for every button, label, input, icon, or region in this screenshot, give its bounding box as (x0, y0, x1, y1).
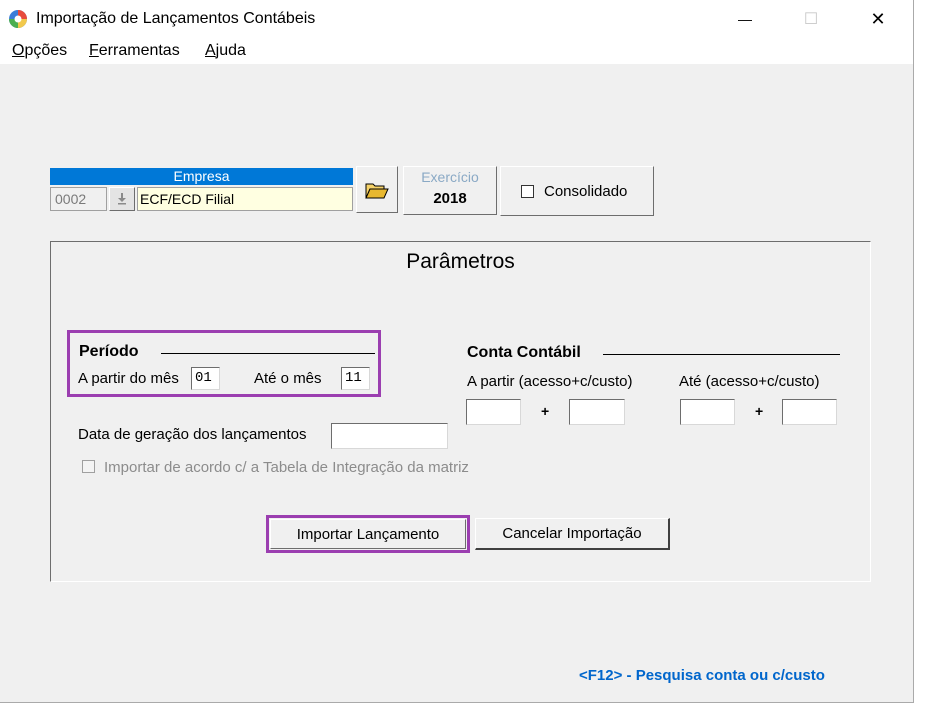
conta-from-custo-input[interactable] (569, 399, 625, 425)
exercicio-value: 2018 (433, 190, 467, 207)
empresa-lookup-button[interactable] (109, 187, 135, 211)
conta-to-label: Até (acesso+c/custo) (679, 373, 820, 390)
close-icon: ✕ (870, 8, 886, 29)
parametros-title: Parâmetros (406, 250, 515, 273)
app-icon (8, 9, 28, 29)
maximize-icon: ☐ (803, 11, 819, 28)
open-folder-button[interactable] (356, 166, 398, 213)
conta-contabil-divider (603, 354, 840, 355)
data-geracao-label: Data de geração dos lançamentos (78, 426, 307, 443)
menu-ajuda[interactable]: Ajuda (205, 42, 246, 60)
conta-to-custo-input[interactable] (782, 399, 837, 425)
close-button[interactable]: ✕ (855, 0, 901, 38)
tabela-integracao-label: Importar de acordo c/ a Tabela de Integr… (104, 459, 469, 476)
cancelar-importacao-button[interactable]: Cancelar Importação (475, 518, 670, 550)
consolidado-label: Consolidado (544, 183, 628, 200)
window-title: Importação de Lançamentos Contábeis (36, 10, 316, 27)
open-folder-icon (365, 183, 389, 198)
exercicio-label: Exercício (421, 169, 479, 185)
empresa-header: Empresa (50, 168, 353, 185)
conta-from-acesso-input[interactable] (466, 399, 521, 425)
empresa-name-field[interactable]: ECF/ECD Filial (137, 187, 353, 211)
periodo-divider (161, 353, 375, 354)
data-geracao-input[interactable] (331, 423, 448, 449)
f12-hint: <F12> - Pesquisa conta ou c/custo (579, 667, 825, 684)
conta-contabil-title: Conta Contábil (467, 344, 581, 361)
conta-to-acesso-input[interactable] (680, 399, 735, 425)
conta-from-plus: + (541, 403, 550, 419)
periodo-from-label: A partir do mês (78, 370, 179, 387)
menu-opcoes[interactable]: Opções (12, 42, 67, 60)
conta-from-label: A partir (acesso+c/custo) (467, 373, 633, 390)
periodo-to-label: Até o mês (254, 370, 322, 387)
periodo-title: Período (79, 343, 139, 360)
tabela-integracao-checkbox[interactable] (82, 460, 95, 473)
minimize-icon: — (738, 11, 752, 27)
arrow-down-icon (118, 193, 126, 205)
empresa-code-field[interactable]: 0002 (50, 187, 107, 211)
periodo-to-month-input[interactable]: 11 (341, 367, 370, 390)
menu-ferramentas[interactable]: Ferramentas (89, 42, 180, 60)
importar-lancamento-button[interactable]: Importar Lançamento (270, 519, 466, 549)
consolidado-checkbox[interactable] (521, 185, 534, 198)
periodo-from-month-input[interactable]: 01 (191, 367, 220, 390)
maximize-button[interactable]: ☐ (788, 0, 834, 38)
conta-to-plus: + (755, 403, 764, 419)
minimize-button[interactable]: — (722, 0, 768, 38)
